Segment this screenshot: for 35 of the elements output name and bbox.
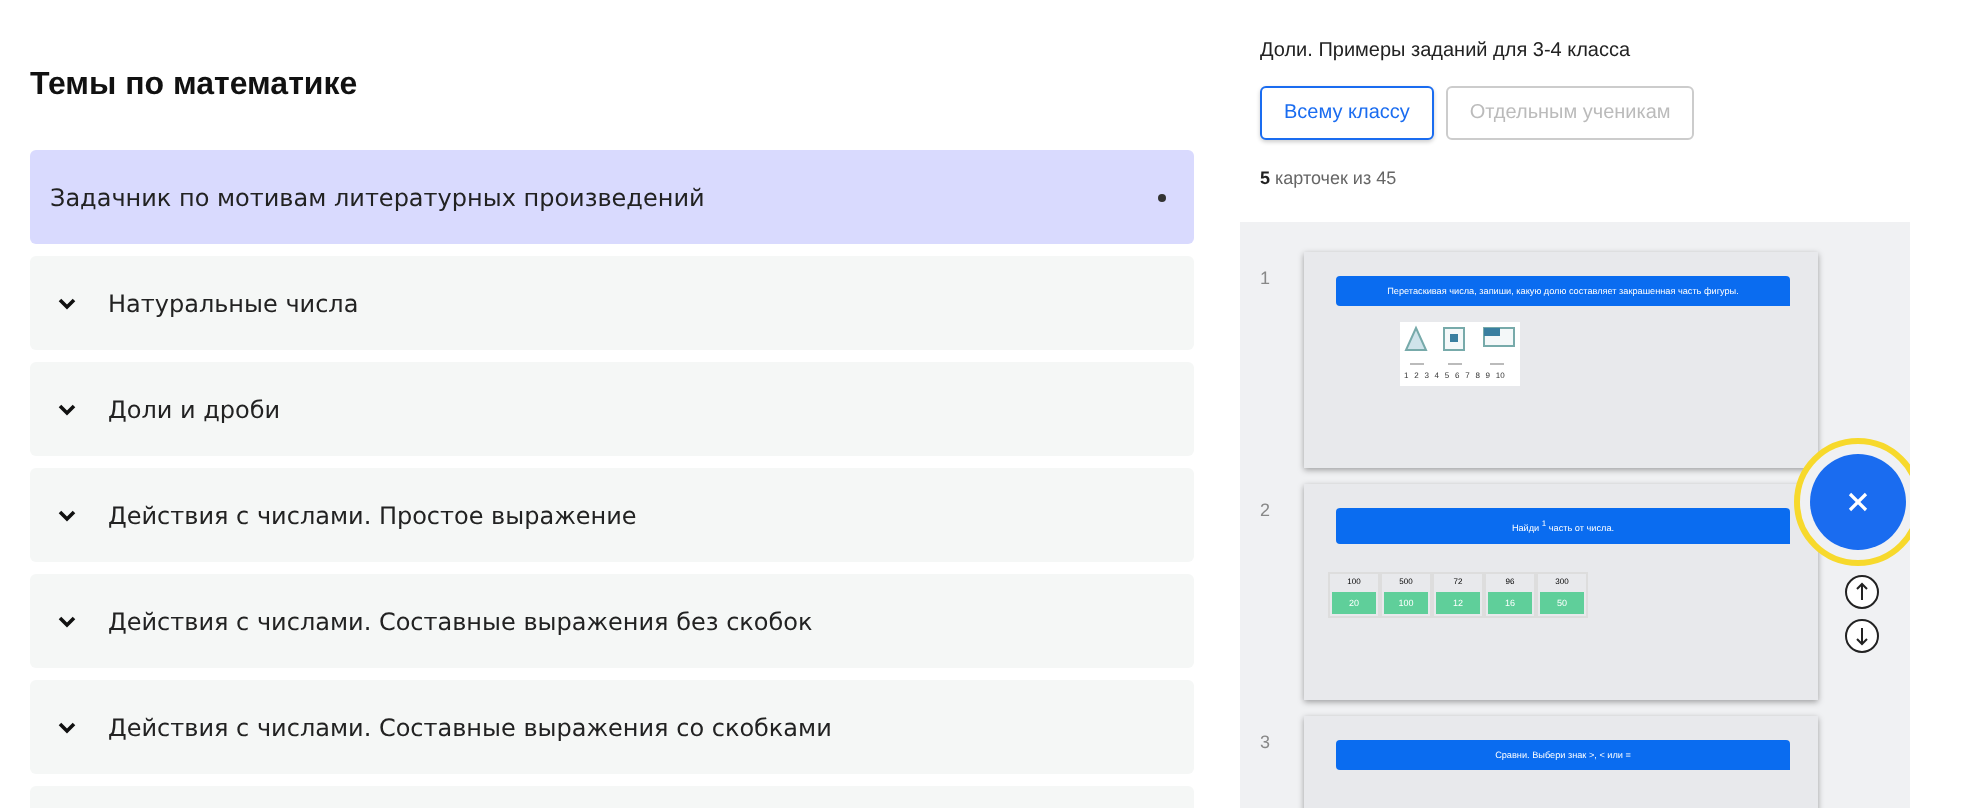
topic-item[interactable]: Действия с числами. Простое выражение [30,468,1194,562]
chevron-down-icon [58,509,76,521]
topic-label: Задачник по мотивам литературных произведений [50,183,707,211]
chevron-down-icon [58,615,76,627]
card-count: 5 карточек из 45 [1260,168,1399,188]
topic-label: Действия с числами. Составные выражения со скобками [108,713,834,741]
square-figure [1443,327,1465,351]
topic-label: Доли и дроби [108,395,283,423]
topic-item[interactable]: Задачник по мотивам литературных произведений [30,150,1194,244]
dot-icon [1158,193,1166,201]
arrow-up-button[interactable] [1844,574,1880,610]
topic-item[interactable]: Действия с числами. Составные выражения со скобками [30,680,1194,774]
card-number: 1 [1258,266,1273,292]
chevron-down-icon [58,403,76,415]
card-number: 2 [1258,498,1273,524]
section-title: Темы по математике [30,68,360,104]
answer-line [1409,363,1425,365]
topic-label: Действия с числами. Простое выражение [108,501,639,529]
rectangle-figure [1483,327,1515,347]
topic-item[interactable]: Доли и дроби [30,362,1194,456]
triangle-figure [1404,325,1428,351]
close-button[interactable] [1794,438,1910,566]
topic-item[interactable]: Натуральные числа [30,256,1194,350]
chevron-down-icon [58,721,76,733]
topic-label: Натуральные числа [108,289,361,317]
topic-item[interactable]: Действия с числами. Составные выражения без скобок [30,574,1194,668]
answer-line [1489,363,1505,365]
arrow-down-button[interactable] [1844,618,1880,654]
card-number: 3 [1258,730,1273,756]
audience-tab[interactable]: Всему классу [1260,86,1434,140]
answer-line [1447,363,1463,365]
close-icon [1848,492,1868,512]
topic-label: Действия с числами. Составные выражения без скобок [108,607,815,635]
page-title: Доли. Примеры заданий для 3-4 класса [1260,40,1633,62]
chevron-down-icon [58,297,76,309]
